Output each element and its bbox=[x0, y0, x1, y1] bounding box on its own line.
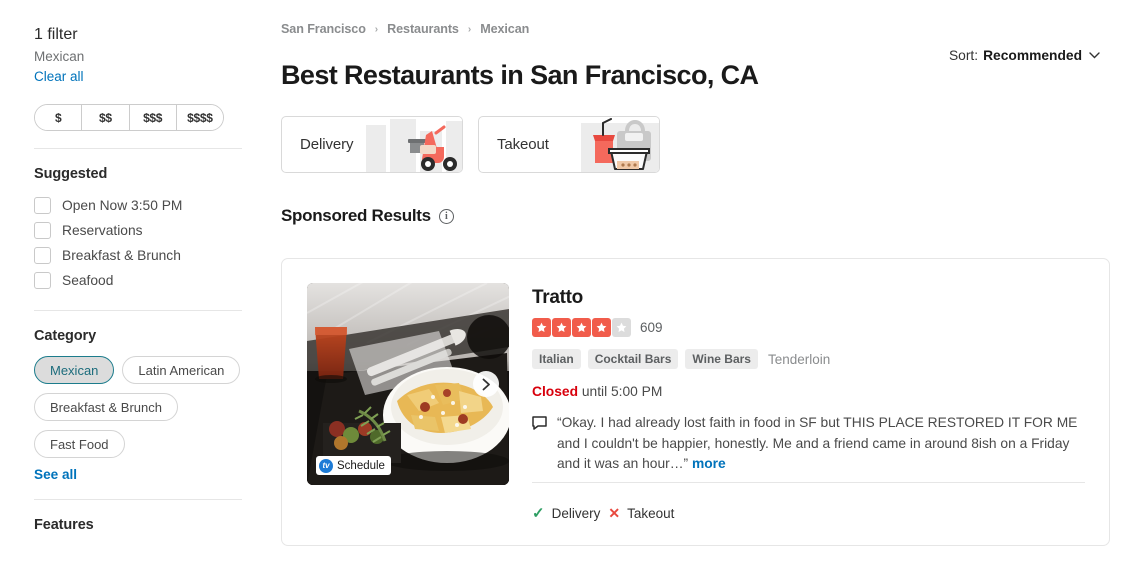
card-divider bbox=[532, 482, 1085, 483]
service-delivery: ✓ Delivery bbox=[532, 504, 600, 522]
scooter-icon bbox=[358, 117, 462, 172]
checkbox-open-now[interactable] bbox=[34, 197, 51, 214]
star-icon-4 bbox=[592, 318, 611, 337]
price-filter-group[interactable]: $ $$ $$$ $$$$ bbox=[34, 104, 224, 131]
business-photo[interactable]: tv Schedule bbox=[307, 283, 509, 485]
price-filter-3[interactable]: $$$ bbox=[129, 105, 177, 130]
filter-count: 1 filter bbox=[34, 26, 78, 43]
page-title: Best Restaurants in San Francisco, CA bbox=[281, 60, 759, 91]
suggested-label: Breakfast & Brunch bbox=[62, 248, 181, 263]
category-heading: Category bbox=[34, 328, 97, 344]
breadcrumb-separator-icon: › bbox=[374, 23, 379, 35]
price-filter-2[interactable]: $$ bbox=[82, 105, 130, 130]
takeout-mode-button[interactable]: Takeout bbox=[478, 116, 660, 173]
close-icon: ✕ bbox=[608, 504, 621, 521]
suggested-label: Reservations bbox=[62, 223, 143, 238]
category-pill-fast-food[interactable]: Fast Food bbox=[34, 430, 125, 458]
sort-dropdown[interactable]: Sort: Recommended bbox=[949, 48, 1100, 63]
service-mode-row: Delivery Takeout bbox=[281, 116, 660, 173]
filters-sidebar: 1 filter Mexican Clear all $ $$ $$$ $$$$… bbox=[34, 26, 242, 533]
status-detail: until 5:00 PM bbox=[581, 384, 663, 399]
business-info: Tratto 609 Italian Cocktail Bars Wine Ba… bbox=[532, 287, 1085, 475]
hours-status-row: Closed until 5:00 PM bbox=[532, 384, 1085, 399]
category-pill-row: Breakfast & Brunch bbox=[34, 393, 242, 421]
rating-row: 609 bbox=[532, 318, 1085, 337]
suggested-label: Seafood bbox=[62, 273, 114, 288]
suggested-item-reservations[interactable]: Reservations bbox=[34, 218, 242, 243]
checkbox-breakfast-brunch[interactable] bbox=[34, 247, 51, 264]
category-pill-mexican[interactable]: Mexican bbox=[34, 356, 115, 384]
features-heading: Features bbox=[34, 517, 94, 533]
star-icon-3 bbox=[572, 318, 591, 337]
star-icon-2 bbox=[552, 318, 571, 337]
price-filter-1[interactable]: $ bbox=[35, 105, 83, 130]
search-results-page: 1 filter Mexican Clear all $ $$ $$$ $$$$… bbox=[0, 0, 1127, 562]
schedule-badge-label: Schedule bbox=[337, 459, 385, 472]
suggested-label: Open Now 3:50 PM bbox=[62, 198, 183, 213]
sidebar-divider-1 bbox=[34, 148, 242, 149]
active-filter-value: Mexican bbox=[34, 49, 85, 64]
review-snippet: “Okay. I had already lost faith in food … bbox=[532, 413, 1085, 475]
breadcrumb: San Francisco › Restaurants › Mexican bbox=[281, 22, 529, 36]
sidebar-divider-3 bbox=[34, 499, 242, 500]
suggested-item-breakfast-brunch[interactable]: Breakfast & Brunch bbox=[34, 243, 242, 268]
business-result-card: tv Schedule Tratto 609 Italian Cocktail … bbox=[281, 258, 1110, 546]
checkbox-reservations[interactable] bbox=[34, 222, 51, 239]
category-tag-wine-bars[interactable]: Wine Bars bbox=[685, 349, 758, 369]
photo-next-icon[interactable] bbox=[473, 371, 499, 397]
main-content: San Francisco › Restaurants › Mexican Be… bbox=[281, 0, 1127, 562]
service-takeout-label: Takeout bbox=[627, 505, 675, 521]
review-count[interactable]: 609 bbox=[640, 320, 663, 335]
category-see-all-link[interactable]: See all bbox=[34, 467, 242, 482]
category-pill-group: Mexican Latin American Breakfast & Brunc… bbox=[34, 356, 242, 482]
star-icon-1 bbox=[532, 318, 551, 337]
delivery-mode-label: Delivery bbox=[300, 136, 354, 153]
sponsored-results-title: Sponsored Results bbox=[281, 206, 431, 225]
checkbox-seafood[interactable] bbox=[34, 272, 51, 289]
category-pill-row: Mexican Latin American bbox=[34, 356, 242, 384]
category-pill-row: Fast Food bbox=[34, 430, 242, 458]
category-tag-cocktail-bars[interactable]: Cocktail Bars bbox=[587, 349, 679, 369]
review-more-link[interactable]: more bbox=[692, 456, 726, 471]
delivery-mode-button[interactable]: Delivery bbox=[281, 116, 463, 173]
takeout-mode-label: Takeout bbox=[497, 136, 549, 153]
sidebar-divider-2 bbox=[34, 310, 242, 311]
comment-bubble-icon bbox=[532, 416, 547, 475]
takeout-bag-icon bbox=[555, 117, 659, 172]
category-pill-latin-american[interactable]: Latin American bbox=[122, 356, 241, 384]
suggested-item-open-now[interactable]: Open Now 3:50 PM bbox=[34, 193, 242, 218]
breadcrumb-item-mexican[interactable]: Mexican bbox=[480, 22, 529, 36]
service-delivery-label: Delivery bbox=[551, 505, 601, 521]
star-icon-5 bbox=[612, 318, 631, 337]
suggested-heading: Suggested bbox=[34, 166, 108, 182]
suggested-item-seafood[interactable]: Seafood bbox=[34, 268, 242, 293]
review-quote: “Okay. I had already lost faith in food … bbox=[557, 415, 1078, 471]
service-availability-row: ✓ Delivery ✕ Takeout bbox=[532, 504, 674, 523]
sort-label: Sort: bbox=[948, 48, 979, 63]
star-rating[interactable] bbox=[532, 318, 631, 337]
sort-selected-value: Recommended bbox=[983, 48, 1082, 63]
business-name[interactable]: Tratto bbox=[532, 287, 1085, 309]
status-badge: Closed bbox=[532, 384, 578, 399]
info-icon[interactable]: i bbox=[438, 208, 454, 224]
category-tag-italian[interactable]: Italian bbox=[532, 349, 581, 369]
neighborhood-label: Tenderloin bbox=[767, 351, 831, 367]
clear-all-link[interactable]: Clear all bbox=[34, 68, 242, 85]
suggested-list: Open Now 3:50 PM Reservations Breakfast … bbox=[34, 193, 242, 293]
check-icon: ✓ bbox=[532, 505, 545, 522]
breadcrumb-item-san-francisco[interactable]: San Francisco bbox=[281, 22, 366, 36]
category-tags-row: Italian Cocktail Bars Wine Bars Tenderlo… bbox=[532, 349, 1085, 369]
sponsored-results-header: Sponsored Results i bbox=[281, 206, 454, 226]
service-takeout: ✕ Takeout bbox=[608, 505, 674, 522]
breadcrumb-item-restaurants[interactable]: Restaurants bbox=[387, 22, 459, 36]
breadcrumb-separator-icon: › bbox=[467, 23, 472, 35]
schedule-provider-icon: tv bbox=[319, 458, 333, 473]
schedule-badge[interactable]: tv Schedule bbox=[316, 456, 391, 475]
category-pill-breakfast-brunch[interactable]: Breakfast & Brunch bbox=[34, 393, 178, 421]
price-filter-4[interactable]: $$$$ bbox=[176, 105, 223, 130]
review-text-block: “Okay. I had already lost faith in food … bbox=[557, 413, 1085, 475]
chevron-down-icon bbox=[1089, 50, 1100, 62]
